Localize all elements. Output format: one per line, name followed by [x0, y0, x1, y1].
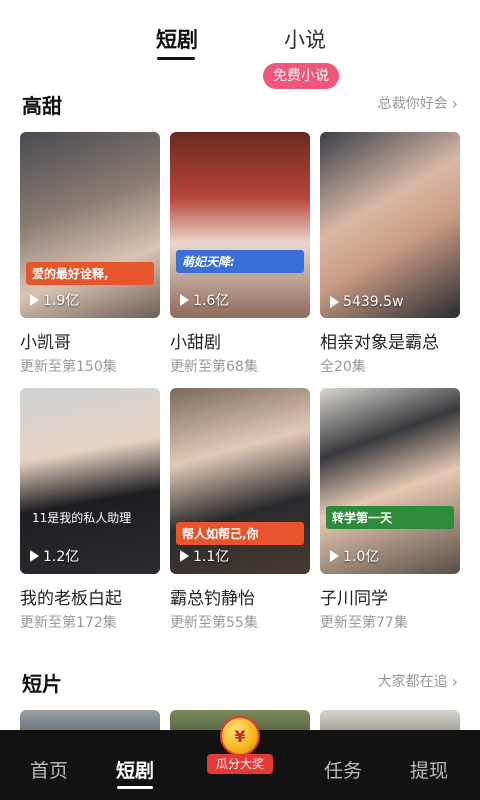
- drama-thumbnail: 转学第一天 1.0亿: [320, 388, 460, 574]
- play-count-value: 5439.5w: [343, 294, 404, 310]
- section-more-link[interactable]: 大家都在追 ›: [378, 671, 458, 691]
- play-count: 1.6亿: [180, 290, 229, 310]
- nav-home[interactable]: 首页: [30, 756, 68, 783]
- drama-title: 小凯哥: [20, 333, 71, 353]
- play-count: 1.9亿: [30, 290, 79, 310]
- top-tab-bar: 短剧 小说 免费小说: [0, 0, 480, 90]
- play-count-value: 1.9亿: [43, 293, 80, 309]
- drama-card[interactable]: 帮人如帮己,你 1.1亿 霸总钓静怡 更新至第55集: [170, 388, 310, 632]
- drama-episodes: 更新至第172集: [20, 615, 117, 631]
- play-count: 1.1亿: [180, 546, 229, 566]
- drama-episodes: 全20集: [320, 359, 366, 375]
- drama-card[interactable]: 11是我的私人助理 1.2亿 我的老板白起 更新至第172集: [20, 388, 160, 632]
- play-count-value: 1.1亿: [193, 549, 230, 565]
- drama-episodes: 更新至第77集: [320, 615, 408, 631]
- play-icon: [330, 550, 339, 562]
- play-icon: [30, 550, 39, 562]
- drama-episodes: 更新至第55集: [170, 615, 258, 631]
- drama-thumbnail: 5439.5w: [320, 132, 460, 318]
- tab-novel[interactable]: 小说: [284, 24, 326, 54]
- drama-thumbnail: 爱的最好诠释, 1.9亿: [20, 132, 160, 318]
- drama-title: 子川同学: [320, 589, 388, 609]
- section-title-sweet: 高甜: [22, 94, 62, 118]
- drama-episodes: 更新至第68集: [170, 359, 258, 375]
- play-count: 5439.5w: [330, 294, 403, 310]
- free-novel-badge[interactable]: 免费小说: [263, 63, 339, 89]
- nav-withdraw[interactable]: 提现: [410, 756, 448, 783]
- chevron-right-icon: ›: [451, 93, 458, 113]
- tab-active-indicator: [157, 57, 195, 60]
- thumbnail-caption: 11是我的私人助理: [32, 511, 132, 525]
- chevron-right-icon: ›: [451, 671, 458, 691]
- play-icon: [180, 294, 189, 306]
- reward-label: 瓜分大奖: [207, 754, 273, 774]
- drama-thumbnail: 萌妃天降: 1.6亿: [170, 132, 310, 318]
- drama-card[interactable]: 转学第一天 1.0亿 子川同学 更新至第77集: [320, 388, 460, 632]
- drama-title: 小甜剧: [170, 333, 221, 353]
- drama-card[interactable]: 5439.5w 相亲对象是霸总 全20集: [320, 132, 460, 376]
- drama-thumbnail: 11是我的私人助理 1.2亿: [20, 388, 160, 574]
- nav-active-indicator: [117, 786, 153, 789]
- thumbnail-caption: 爱的最好诠释,: [26, 262, 154, 285]
- drama-card[interactable]: 萌妃天降: 1.6亿 小甜剧 更新至第68集: [170, 132, 310, 376]
- reward-button[interactable]: ¥ 瓜分大奖: [207, 716, 273, 776]
- play-count: 1.0亿: [330, 546, 379, 566]
- section-title-short: 短片: [22, 672, 62, 696]
- section-more-label: 大家都在追: [377, 674, 448, 690]
- drama-title: 霸总钓静怡: [170, 589, 255, 609]
- drama-title: 我的老板白起: [20, 589, 122, 609]
- play-count-value: 1.0亿: [343, 549, 380, 565]
- play-icon: [330, 296, 339, 308]
- nav-tasks[interactable]: 任务: [324, 756, 362, 783]
- coin-icon: ¥: [220, 716, 260, 756]
- play-count-value: 1.6亿: [193, 293, 230, 309]
- play-count: 1.2亿: [30, 546, 79, 566]
- tab-short-drama[interactable]: 短剧: [156, 24, 198, 54]
- play-count-value: 1.2亿: [43, 549, 80, 565]
- nav-short-drama[interactable]: 短剧: [116, 756, 154, 783]
- drama-title: 相亲对象是霸总: [320, 333, 439, 353]
- drama-episodes: 更新至第150集: [20, 359, 117, 375]
- play-icon: [30, 294, 39, 306]
- play-icon: [180, 550, 189, 562]
- thumbnail-caption: 帮人如帮己,你: [176, 522, 304, 545]
- section-more-link[interactable]: 总裁你好会 ›: [378, 93, 458, 113]
- drama-card[interactable]: 爱的最好诠释, 1.9亿 小凯哥 更新至第150集: [20, 132, 160, 376]
- thumbnail-caption: 萌妃天降:: [176, 250, 304, 273]
- thumbnail-caption: 转学第一天: [326, 506, 454, 529]
- drama-thumbnail: 帮人如帮己,你 1.1亿: [170, 388, 310, 574]
- section-more-label: 总裁你好会: [377, 96, 448, 112]
